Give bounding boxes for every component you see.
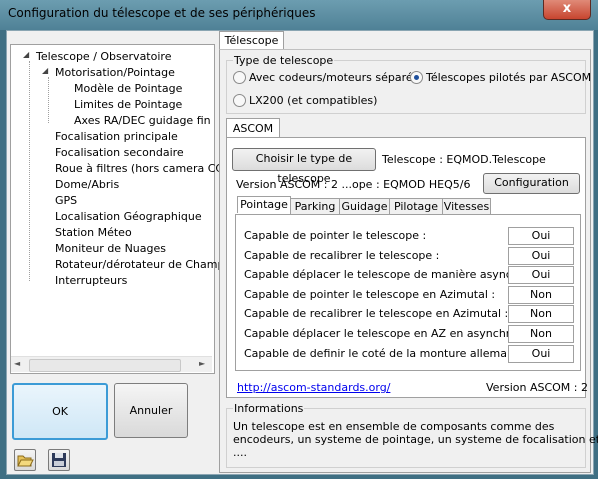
tree-item[interactable]: Motorisation/Pointage (55, 66, 175, 79)
window-title: Configuration du télescope et de ses pér… (8, 6, 316, 20)
tree-item[interactable]: Focalisation secondaire (55, 146, 184, 159)
tree-item[interactable]: Rotateur/dérotateur de Champ (55, 258, 224, 271)
radio-separate-encoders[interactable] (233, 71, 246, 84)
info-line-2: encodeurs, un systeme de pointage, un sy… (233, 433, 598, 446)
tree-guide-line (29, 61, 30, 281)
capability-label: Capable de pointer le telescope : (244, 229, 427, 242)
telescope-name-label: Telescope : EQMOD.Telescope (382, 153, 546, 166)
tree-item[interactable]: Localisation Géographique (55, 210, 202, 223)
tree-item[interactable]: Station Méteo (55, 226, 132, 239)
scroll-thumb[interactable] (29, 359, 181, 372)
capability-value: Non (508, 305, 574, 324)
tree-item[interactable]: Limites de Pointage (74, 98, 182, 111)
choose-telescope-button[interactable]: Choisir le type de telescope (232, 148, 376, 185)
tree-item[interactable]: Axes RA/DEC guidage fin (74, 114, 211, 127)
tree-item[interactable]: GPS (55, 194, 77, 207)
capability-label: Capable déplacer le telescope en AZ en a… (244, 327, 538, 340)
folder-open-icon (17, 455, 34, 467)
tree-item[interactable]: Roue à filtres (hors camera CCD) (55, 162, 236, 175)
capability-value: Oui (508, 246, 574, 265)
tree-item[interactable]: Moniteur de Nuages (55, 242, 166, 255)
radio-lx200[interactable] (233, 94, 246, 107)
configuration-button[interactable]: Configuration (483, 173, 580, 194)
ascom-standards-link[interactable]: http://ascom-standards.org/ (237, 381, 390, 394)
close-button[interactable]: x (543, 0, 591, 20)
capability-label: Capable de definir le coté de la monture… (244, 346, 535, 360)
informations-legend: Informations (233, 402, 305, 415)
radio-separate-encoders-label[interactable]: Avec codeurs/moteurs séparés (249, 71, 418, 84)
capability-label: Capable de recalibrer le telescope : (244, 248, 440, 262)
open-file-button[interactable] (14, 449, 36, 471)
capability-value: Non (508, 285, 574, 304)
radio-ascom-label[interactable]: Télescopes pilotés par ASCOM (426, 71, 591, 84)
subtab-pointage[interactable]: Pointage (237, 196, 291, 213)
cancel-button[interactable]: Annuler (114, 383, 188, 438)
capability-value: Oui (508, 344, 574, 363)
tree-item[interactable]: Modèle de Pointage (74, 82, 182, 95)
capability-label: Capable déplacer le telescope de manière… (244, 268, 551, 282)
tree-item[interactable]: Focalisation principale (55, 130, 178, 143)
telescope-type-legend: Type de telescope (233, 54, 335, 67)
tree-item[interactable]: Interrupteurs (55, 274, 127, 287)
tree-expander-icon[interactable]: ◢ (42, 66, 48, 75)
subtab-parking[interactable]: Parking (290, 198, 340, 215)
capability-value: Non (508, 325, 574, 343)
subtab-pilotage[interactable]: Pilotage (389, 198, 443, 215)
tab-ascom[interactable]: ASCOM (226, 118, 280, 139)
radio-ascom[interactable] (410, 71, 423, 84)
subtab-vitesses[interactable]: Vitesses (442, 198, 491, 215)
ascom-version-short: Version ASCOM : 2 (486, 381, 588, 394)
ascom-version-label: Version ASCOM : 2 ...ope : EQMOD HEQ5/6 (236, 178, 471, 191)
tab-telescope[interactable]: Télescope (219, 31, 284, 51)
save-file-button[interactable] (48, 449, 70, 471)
scroll-left-icon[interactable]: ◄ (14, 359, 20, 368)
capability-label: Capable de pointer le telescope en Azimu… (244, 287, 496, 301)
info-line-3: .... (233, 446, 247, 459)
scroll-right-icon[interactable]: ► (199, 359, 205, 368)
info-line-1: Un telescope est en ensemble de composan… (233, 420, 555, 433)
capability-value: Oui (508, 227, 574, 245)
tree-guide-line (48, 77, 49, 123)
tree-expander-icon[interactable]: ◢ (23, 50, 29, 59)
tree-horizontal-scrollbar[interactable]: ◄ ► (11, 356, 212, 372)
capability-value: Oui (508, 266, 574, 285)
floppy-disk-icon (52, 453, 66, 467)
ok-button[interactable]: OK (12, 383, 108, 440)
radio-lx200-label[interactable]: LX200 (et compatibles) (249, 94, 377, 107)
capability-label: Capable de recalibrer le telescope en Az… (244, 307, 509, 321)
tree-item[interactable]: Dome/Abris (55, 178, 119, 191)
tree-item[interactable]: Telescope / Observatoire (36, 50, 171, 63)
subtab-guidage[interactable]: Guidage (339, 198, 390, 215)
